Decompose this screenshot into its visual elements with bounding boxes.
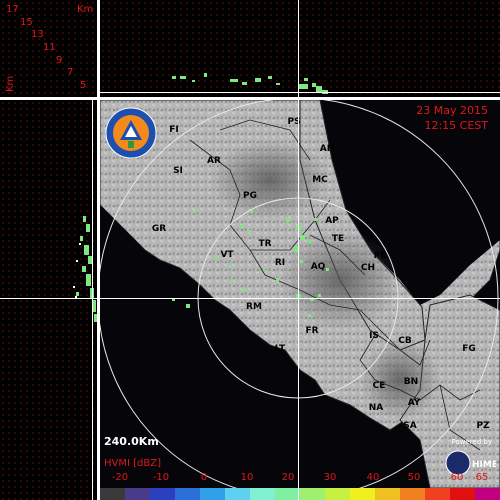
- city-label-bn: BN: [403, 377, 419, 387]
- city-label-si: SI: [173, 166, 183, 176]
- city-label-cb: CB: [398, 336, 412, 346]
- city-label-is: IS: [369, 331, 379, 341]
- km-label: Km: [77, 4, 94, 15]
- height-label-13: 13: [31, 29, 44, 40]
- km-side-label: Km: [5, 75, 16, 92]
- panel-separator-horizontal: [0, 97, 500, 100]
- height-label-5: 5: [80, 80, 87, 91]
- city-label-an: AN: [319, 144, 335, 154]
- scale-tick-50: 50: [407, 472, 421, 483]
- city-label-lt: LT: [274, 344, 286, 354]
- civil-protection-logo: [105, 107, 157, 159]
- height-label-11: 11: [43, 42, 56, 53]
- powered-by-label: Powered by: [451, 438, 492, 446]
- city-label-ce: CE: [372, 381, 386, 391]
- product-label: HVMI [dBZ]: [104, 458, 161, 469]
- city-label-te: TE: [331, 234, 345, 244]
- crosshair-vertical: [298, 0, 299, 500]
- time-label: 12:15 CEST: [424, 119, 488, 132]
- city-label-pg: PG: [243, 191, 257, 201]
- city-label-sa: SA: [403, 421, 417, 431]
- scale-swatch: [300, 488, 325, 500]
- date-label: 23 May 2015: [416, 104, 488, 117]
- city-label-ap: AP: [325, 216, 339, 226]
- echo-projection-left: [73, 100, 97, 500]
- city-label-aq: AQ: [310, 262, 326, 272]
- city-label-fr: FR: [305, 326, 319, 336]
- range-label: 240.0Km: [104, 435, 159, 448]
- scale-swatch: [325, 488, 350, 500]
- scale-swatch: [175, 488, 200, 500]
- italy-terrain-map: [100, 100, 500, 488]
- city-label-fg: FG: [462, 344, 476, 354]
- scale-swatch: [200, 488, 225, 500]
- scale-swatch: [150, 488, 175, 500]
- city-label-vt: VT: [220, 250, 234, 260]
- city-label-rm: RM: [246, 302, 262, 312]
- scale-tick-30: 30: [323, 472, 337, 483]
- scale-swatch: [250, 488, 275, 500]
- height-label-17: 17: [6, 4, 19, 15]
- scale-swatch: [350, 488, 375, 500]
- scale-tick-10: 10: [240, 472, 254, 483]
- city-label-ch: CH: [360, 263, 376, 273]
- scale-swatch: [125, 488, 150, 500]
- scale-swatch: [225, 488, 250, 500]
- city-label-fi: FI: [169, 125, 179, 135]
- scale-swatch: [475, 488, 500, 500]
- dbz-color-scale: [100, 488, 500, 500]
- city-label-tr: TR: [258, 239, 272, 249]
- scale-tick-minus20: -20: [111, 472, 129, 483]
- city-label-ay: AY: [407, 398, 421, 408]
- scale-swatch: [375, 488, 400, 500]
- scale-tick-20: 20: [281, 472, 295, 483]
- scale-swatch: [400, 488, 425, 500]
- height-label-7: 7: [67, 67, 74, 78]
- echo-projection-top: [100, 73, 500, 94]
- north-south-projection-panel: [100, 0, 500, 97]
- scale-tick-0: 0: [200, 472, 208, 483]
- east-west-projection-panel: [0, 100, 97, 500]
- scale-tick-65: 65: [475, 472, 489, 483]
- city-label-gr: GR: [151, 224, 167, 234]
- height-scale-panel: 17 Km 15 13 11 9 7 5 Km: [0, 0, 97, 97]
- scale-swatch: [275, 488, 300, 500]
- panel-separator-vertical: [97, 0, 100, 500]
- city-label-mc: MC: [312, 175, 328, 185]
- scale-tick-40: 40: [366, 472, 380, 483]
- city-label-na: NA: [368, 403, 384, 413]
- scale-tick-minus10: -10: [152, 472, 170, 483]
- city-label-pz: PZ: [476, 421, 490, 431]
- scale-tick-60: 60: [450, 472, 464, 483]
- scale-swatch: [450, 488, 475, 500]
- svg-text:HIMET: HIMET: [472, 460, 496, 470]
- city-label-ri: RI: [274, 258, 286, 268]
- height-label-15: 15: [20, 17, 33, 28]
- radar-map: PS FI AN AR SI MC PG GR AP TE VT TR RI P…: [100, 100, 500, 488]
- height-label-9: 9: [56, 55, 63, 66]
- scale-swatch: [100, 488, 125, 500]
- city-label-ar: AR: [207, 156, 221, 166]
- scale-ticks: -20 -10 0 10 20 30 40 50 60 65: [100, 472, 500, 486]
- crosshair-horizontal: [0, 298, 500, 299]
- city-label-pe: PE: [373, 251, 387, 261]
- scale-swatch: [425, 488, 450, 500]
